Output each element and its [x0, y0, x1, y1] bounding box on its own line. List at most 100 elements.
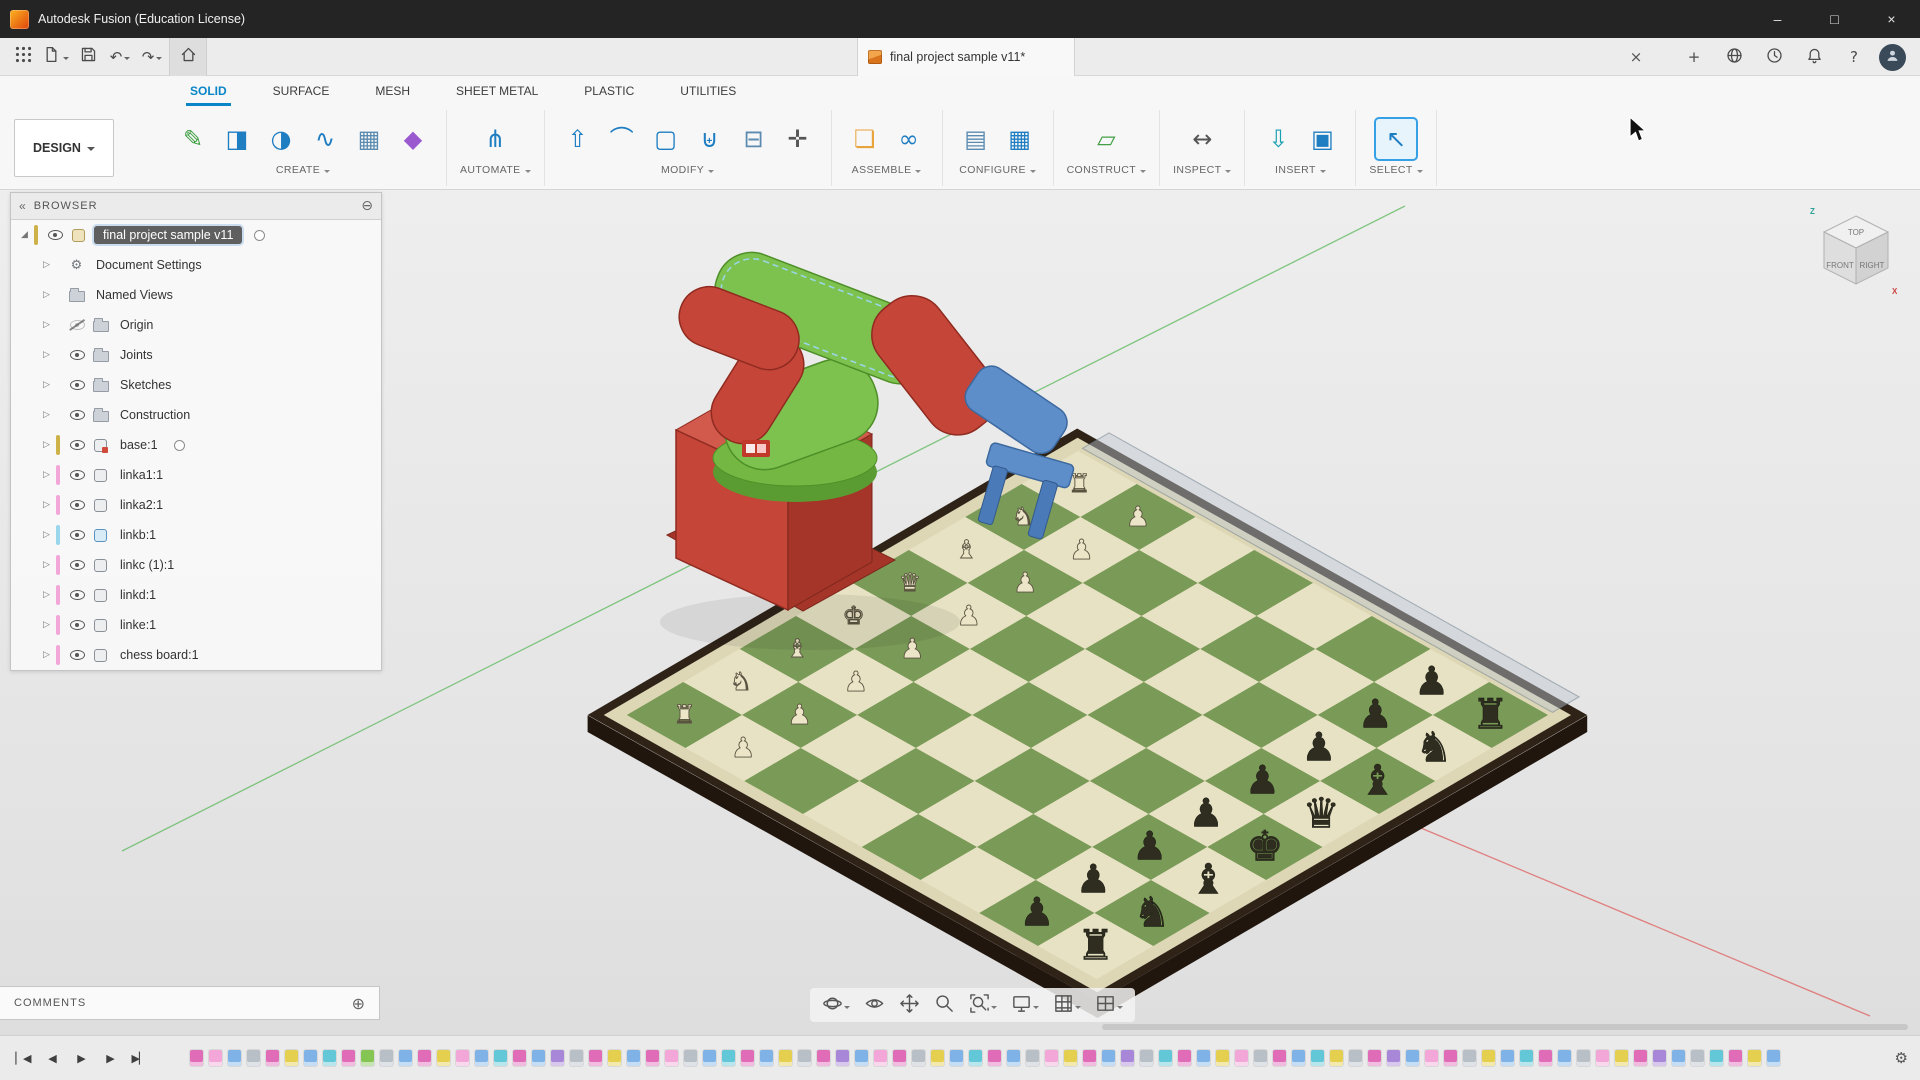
timeline-feature-17[interactable] — [511, 1047, 527, 1069]
dark-piece-n[interactable]: ♞ — [1415, 722, 1452, 771]
timeline-feature-52[interactable] — [1176, 1047, 1192, 1069]
browser-row-named-views[interactable]: ▷ Named Views — [11, 280, 381, 310]
timeline-feature-55[interactable] — [1233, 1047, 1249, 1069]
node-label[interactable]: Construction — [116, 406, 194, 424]
dark-piece-p[interactable]: ♟ — [1132, 824, 1167, 870]
pattern-button[interactable]: ▦ — [349, 119, 389, 159]
timeline-feature-18[interactable] — [530, 1047, 546, 1069]
browser-row-sketches[interactable]: ▷ Sketches — [11, 370, 381, 400]
node-label[interactable]: chess board:1 — [116, 646, 203, 664]
look-at-button[interactable] — [862, 991, 887, 1019]
browser-row-chess-board-1[interactable]: ▷ chess board:1 — [11, 640, 381, 670]
expand-arrow-icon[interactable]: ▷ — [39, 470, 54, 480]
decal-button[interactable]: ▣ — [1302, 119, 1342, 159]
timeline-feature-29[interactable] — [739, 1047, 755, 1069]
document-tab[interactable]: final project sample v11* — [857, 38, 1075, 76]
workspace-switcher[interactable]: DESIGN — [14, 119, 114, 177]
expand-arrow-icon[interactable]: ▷ — [39, 260, 54, 270]
node-label[interactable]: Joints — [116, 346, 157, 364]
step-back-button[interactable]: ◀ — [39, 1046, 65, 1070]
ribbon-tab-mesh[interactable]: MESH — [375, 76, 410, 106]
timeline-feature-80[interactable] — [1708, 1047, 1724, 1069]
node-label[interactable]: linkb:1 — [116, 526, 160, 544]
browser-row-linka2-1[interactable]: ▷ linka2:1 — [11, 490, 381, 520]
visibility-eye-icon[interactable] — [65, 470, 89, 480]
ribbon-tab-sheet-metal[interactable]: SHEET METAL — [456, 76, 538, 106]
measure-button[interactable]: ↔ — [1182, 119, 1222, 159]
timeline-feature-5[interactable] — [283, 1047, 299, 1069]
timeline-feature-53[interactable] — [1195, 1047, 1211, 1069]
create-sketch-button[interactable]: ✎ — [173, 119, 213, 159]
create-form-button[interactable]: ◆ — [393, 119, 433, 159]
revolve-button[interactable]: ◑ — [261, 119, 301, 159]
dark-piece-p[interactable]: ♟ — [1414, 659, 1449, 705]
orbit-button[interactable] — [820, 991, 852, 1019]
timeline-feature-61[interactable] — [1347, 1047, 1363, 1069]
redo-button[interactable]: ↷ — [137, 42, 167, 72]
timeline-feature-11[interactable] — [397, 1047, 413, 1069]
collapse-panel-icon[interactable]: « — [19, 199, 26, 213]
expand-arrow-icon[interactable]: ▷ — [39, 440, 54, 450]
timeline-feature-57[interactable] — [1271, 1047, 1287, 1069]
activate-component-radio[interactable] — [254, 230, 265, 241]
timeline-feature-2[interactable] — [226, 1047, 242, 1069]
skip-to-end-button[interactable]: ▶▏ — [126, 1046, 152, 1070]
visibility-eye-icon[interactable] — [65, 590, 89, 600]
visibility-eye-icon[interactable] — [65, 380, 89, 390]
light-piece-p[interactable]: ♟ — [1126, 502, 1151, 533]
maximize-button[interactable]: □ — [1806, 0, 1863, 38]
node-label[interactable]: linkc (1):1 — [116, 556, 178, 574]
timeline-feature-44[interactable] — [1024, 1047, 1040, 1069]
expand-arrow-icon[interactable]: ▷ — [39, 290, 54, 300]
visibility-eye-icon[interactable] — [43, 230, 67, 240]
extrude-button[interactable]: ◨ — [217, 119, 257, 159]
timeline-feature-33[interactable] — [815, 1047, 831, 1069]
browser-row-linkc-1-1[interactable]: ▷ linkc (1):1 — [11, 550, 381, 580]
timeline-feature-74[interactable] — [1594, 1047, 1610, 1069]
timeline-feature-72[interactable] — [1556, 1047, 1572, 1069]
minimize-button[interactable]: – — [1749, 0, 1806, 38]
viewport-3d[interactable]: ♜♟♟♜♞♟♟♞♝♟♟♝♛♟♟♛♚♟♟♚♝♟♟♝♞♟♟♞♜♟♟♜ — [0, 190, 1920, 1035]
dark-piece-n[interactable]: ♞ — [1133, 887, 1170, 936]
timeline-feature-83[interactable] — [1765, 1047, 1781, 1069]
timeline-feature-10[interactable] — [378, 1047, 394, 1069]
timeline-feature-64[interactable] — [1404, 1047, 1420, 1069]
timeline-feature-78[interactable] — [1670, 1047, 1686, 1069]
node-label[interactable]: linke:1 — [116, 616, 160, 634]
timeline-feature-7[interactable] — [321, 1047, 337, 1069]
file-menu-button[interactable] — [40, 42, 71, 72]
timeline-feature-1[interactable] — [207, 1047, 223, 1069]
browser-row-origin[interactable]: ▷ Origin — [11, 310, 381, 340]
timeline-feature-36[interactable] — [872, 1047, 888, 1069]
job-status-button[interactable] — [1759, 42, 1789, 72]
step-forward-button[interactable]: ▶ — [97, 1046, 123, 1070]
timeline-feature-71[interactable] — [1537, 1047, 1553, 1069]
node-label[interactable]: linkd:1 — [116, 586, 160, 604]
browser-row-document-settings[interactable]: ▷ ⚙ Document Settings — [11, 250, 381, 280]
light-piece-b[interactable]: ♝ — [955, 535, 977, 564]
timeline-feature-40[interactable] — [948, 1047, 964, 1069]
dark-piece-p[interactable]: ♟ — [1188, 791, 1223, 837]
timeline-feature-58[interactable] — [1290, 1047, 1306, 1069]
timeline-feature-76[interactable] — [1632, 1047, 1648, 1069]
timeline-feature-82[interactable] — [1746, 1047, 1762, 1069]
light-piece-q[interactable]: ♛ — [899, 568, 921, 597]
browser-row-base-1[interactable]: ▷ base:1 — [11, 430, 381, 460]
timeline-scrollbar[interactable] — [1102, 1024, 1908, 1030]
timeline-feature-77[interactable] — [1651, 1047, 1667, 1069]
visibility-eye-icon[interactable] — [65, 440, 89, 450]
browser-row-joints[interactable]: ▷ Joints — [11, 340, 381, 370]
node-label[interactable]: Document Settings — [92, 256, 206, 274]
visibility-eye-icon[interactable] — [65, 320, 89, 330]
move-copy-button[interactable]: ✛ — [778, 119, 818, 159]
timeline-feature-32[interactable] — [796, 1047, 812, 1069]
timeline-feature-16[interactable] — [492, 1047, 508, 1069]
expand-arrow-icon[interactable]: ▷ — [39, 350, 54, 360]
timeline-feature-56[interactable] — [1252, 1047, 1268, 1069]
dark-piece-p[interactable]: ♟ — [1301, 725, 1336, 771]
timeline-feature-59[interactable] — [1309, 1047, 1325, 1069]
timeline-feature-62[interactable] — [1366, 1047, 1382, 1069]
activate-component-radio[interactable] — [174, 440, 185, 451]
construct-plane-button[interactable]: ▱ — [1086, 119, 1126, 159]
timeline-feature-43[interactable] — [1005, 1047, 1021, 1069]
